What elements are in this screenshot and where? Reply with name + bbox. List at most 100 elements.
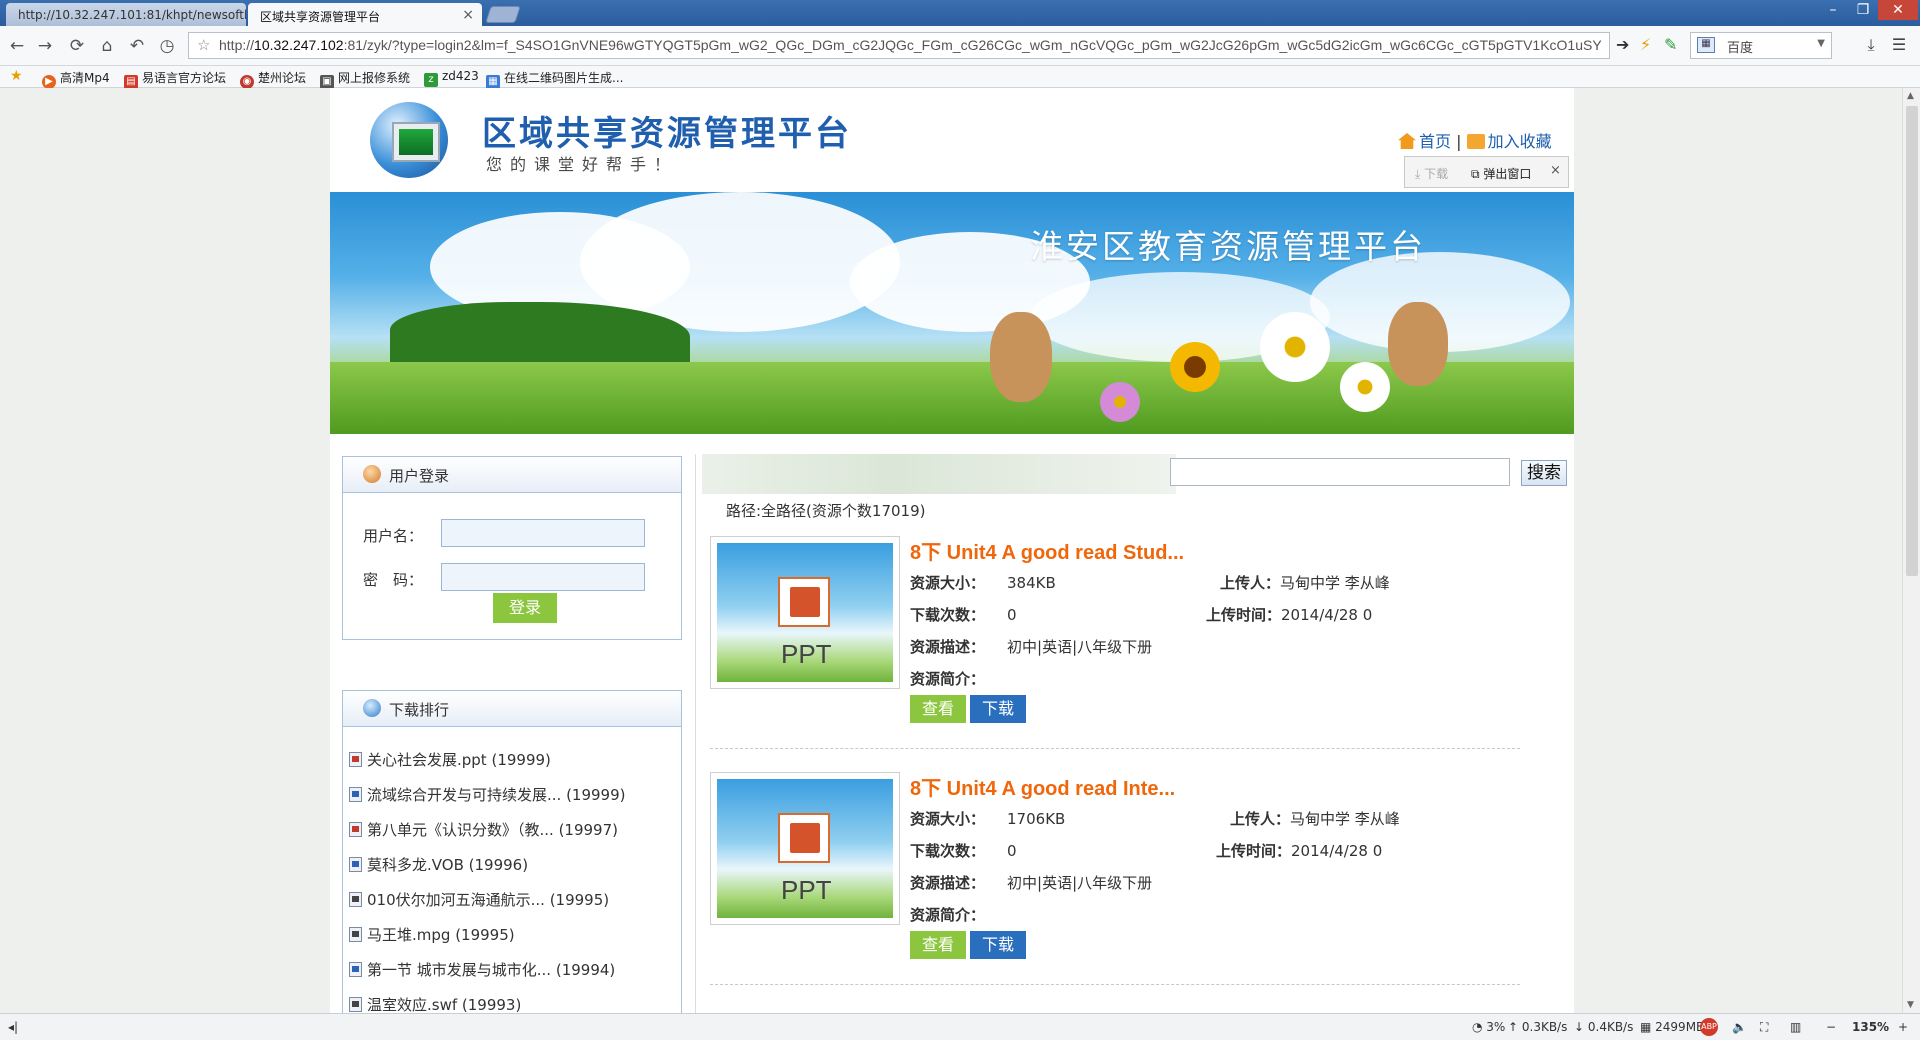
resource-uploader: 上传人：马甸中学 李从峰: [1220, 572, 1390, 593]
banner-title: 淮安区教育资源管理平台: [1030, 227, 1426, 266]
ranking-item[interactable]: 温室效应.swf (19993): [349, 994, 521, 1013]
undo-icon[interactable]: ↶: [126, 35, 148, 57]
go-arrow-icon[interactable]: ➔: [1616, 35, 1629, 54]
ranking-item[interactable]: 010伏尔加河五海通航示... (19995): [349, 889, 609, 910]
resource-title[interactable]: 8下 Unit4 A good read Inte...: [910, 772, 1175, 801]
site-title: 区域共享资源管理平台: [482, 114, 852, 154]
lightning-icon[interactable]: ⚡: [1640, 35, 1651, 54]
resource-thumbnail[interactable]: PPT: [710, 536, 900, 689]
file-icon: [349, 927, 362, 942]
bookmark-star-icon[interactable]: ☆: [197, 36, 210, 54]
address-bar[interactable]: ☆ http://10.32.247.102:81/zyk/?type=logi…: [188, 32, 1610, 59]
chevron-down-icon[interactable]: ▼: [1817, 38, 1825, 49]
bookmark-item[interactable]: z zd423: [424, 69, 479, 87]
refresh-icon[interactable]: ⟳: [66, 35, 88, 57]
url-host: 10.32.247.102: [254, 37, 344, 53]
view-button[interactable]: 查看: [910, 931, 966, 959]
search-button[interactable]: 搜索: [1521, 460, 1567, 486]
scroll-up-icon[interactable]: ▲: [1907, 91, 1914, 101]
field-label: 上传时间：: [1206, 606, 1282, 624]
file-icon: [349, 787, 362, 802]
folder-icon: [1466, 134, 1485, 149]
favorite-link[interactable]: 加入收藏: [1488, 132, 1552, 151]
bookmark-item[interactable]: ▤ 易语言官方论坛: [124, 69, 226, 89]
ranking-item[interactable]: 莫科多龙.VOB (19996): [349, 854, 528, 875]
vertical-scrollbar[interactable]: ▲ ▼: [1902, 88, 1920, 1013]
field-value: 2014/4/28 0: [1281, 606, 1373, 624]
minimize-button[interactable]: –: [1818, 0, 1848, 20]
search-input[interactable]: [1170, 458, 1510, 486]
field-value: 1706KB: [1007, 810, 1066, 828]
page-container: 区域共享资源管理平台 您的课堂好帮手！ 首页 | 加入收藏 ⤓ 下载 ⧉ 弹出窗…: [330, 88, 1574, 1013]
ranking-item[interactable]: 第一节 城市发展与城市化... (19994): [349, 959, 615, 980]
home-link[interactable]: 首页: [1419, 132, 1451, 151]
thumbnail-label: PPT: [781, 875, 832, 905]
history-icon[interactable]: ◷: [156, 35, 178, 57]
split-view-icon[interactable]: ▥: [1790, 1020, 1801, 1034]
scroll-down-icon[interactable]: ▼: [1907, 1000, 1914, 1010]
field-label: 资源描述：: [910, 874, 986, 892]
close-icon[interactable]: ×: [1550, 163, 1561, 178]
view-button[interactable]: 查看: [910, 695, 966, 723]
scrollbar-thumb[interactable]: [1906, 106, 1918, 576]
bookmark-label: 在线二维码图片生成...: [504, 71, 624, 85]
new-tab-button[interactable]: [485, 6, 521, 23]
extension-icon[interactable]: ✎: [1664, 35, 1677, 54]
bookmark-item[interactable]: ▦ 在线二维码图片生成...: [486, 69, 623, 89]
ranking-item-label: 第一节 城市发展与城市化... (19994): [367, 961, 616, 979]
ranking-item[interactable]: 关心社会发展.ppt (19999): [349, 749, 551, 770]
image-icon: ▦: [1697, 37, 1715, 53]
download-button[interactable]: 下载: [970, 695, 1026, 723]
resource-thumbnail[interactable]: PPT: [710, 772, 900, 925]
field-label: 下载次数：: [910, 606, 986, 624]
home-icon[interactable]: ⌂: [96, 35, 118, 57]
ranking-heading: 下载排行: [389, 701, 450, 719]
search-engine-box[interactable]: ▦ 百度 ▼: [1690, 32, 1832, 59]
menu-icon[interactable]: ☰: [1888, 35, 1910, 57]
float-download-button[interactable]: ⤓ 下载: [1415, 165, 1448, 182]
ranking-item[interactable]: 流域综合开发与可持续发展... (19999): [349, 784, 626, 805]
sidebar-toggle-icon[interactable]: ◂|: [8, 1020, 18, 1034]
download-icon[interactable]: ⤓: [1860, 35, 1882, 57]
field-label: 上传人：: [1220, 574, 1281, 592]
window-close-button[interactable]: ✕: [1878, 0, 1918, 20]
sunflower-decoration: [1170, 342, 1220, 392]
adblock-icon[interactable]: ABP: [1700, 1018, 1718, 1036]
close-icon[interactable]: ×: [462, 7, 474, 23]
resource-title[interactable]: 8下 Unit4 A good read Stud...: [910, 536, 1184, 565]
divider: [710, 984, 1520, 985]
header-links: 首页 | 加入收藏: [1398, 128, 1552, 152]
bookmark-item[interactable]: ◉ 楚州论坛: [240, 69, 306, 89]
hero-banner: 淮安区教育资源管理平台: [330, 192, 1574, 434]
download-button[interactable]: 下载: [970, 931, 1026, 959]
fullscreen-icon[interactable]: ⛶: [1760, 1020, 1768, 1035]
back-icon[interactable]: ←: [6, 35, 28, 57]
forward-icon[interactable]: →: [34, 35, 56, 57]
forum-icon: ▤: [124, 75, 138, 89]
browser-statusbar: ◂| ◔ 3% ↑ 0.3KB/s ↓ 0.4KB/s ▦ 2499MB ABP…: [0, 1013, 1920, 1040]
login-button[interactable]: 登录: [493, 593, 557, 623]
page-icon: ▣: [320, 75, 334, 89]
resource-upload-time: 上传时间：2014/4/28 0: [1206, 604, 1372, 625]
zoom-in-icon[interactable]: +: [1898, 1020, 1908, 1034]
bookmark-item[interactable]: ▶ 高清Mp4: [42, 69, 110, 89]
daisy-decoration: [1340, 362, 1390, 412]
resource-description: 资源描述： 初中|英语|八年级下册: [910, 636, 1152, 657]
volume-icon[interactable]: 🔈: [1732, 1020, 1747, 1034]
zoom-out-icon[interactable]: −: [1826, 1020, 1836, 1034]
username-field[interactable]: [441, 519, 645, 547]
browser-tab-1[interactable]: http://10.32.247.101:81/khpt/newsoftli..…: [6, 3, 246, 26]
browser-tab-2[interactable]: 区域共享资源管理平台 ×: [248, 3, 482, 26]
popup-window-button[interactable]: ⧉ 弹出窗口: [1471, 165, 1531, 182]
ppt-thumbnail-image: PPT: [717, 779, 893, 918]
ranking-item[interactable]: 第八单元《认识分数》（教... (19997): [349, 819, 618, 840]
browser-toolbar: ← → ⟳ ⌂ ↶ ◷ ☆ http://10.32.247.102:81/zy…: [0, 26, 1920, 66]
field-label: 资源简介：: [910, 906, 986, 924]
maximize-button[interactable]: ❐: [1848, 0, 1878, 20]
bookmark-item[interactable]: ▣ 网上报修系统: [320, 69, 410, 89]
bunny-illustration: [990, 312, 1052, 402]
ranking-item[interactable]: 马王堆.mpg (19995): [349, 924, 515, 945]
thumbnail-label: PPT: [781, 639, 832, 669]
zoom-level[interactable]: 135%: [1852, 1020, 1889, 1034]
password-field[interactable]: [441, 563, 645, 591]
